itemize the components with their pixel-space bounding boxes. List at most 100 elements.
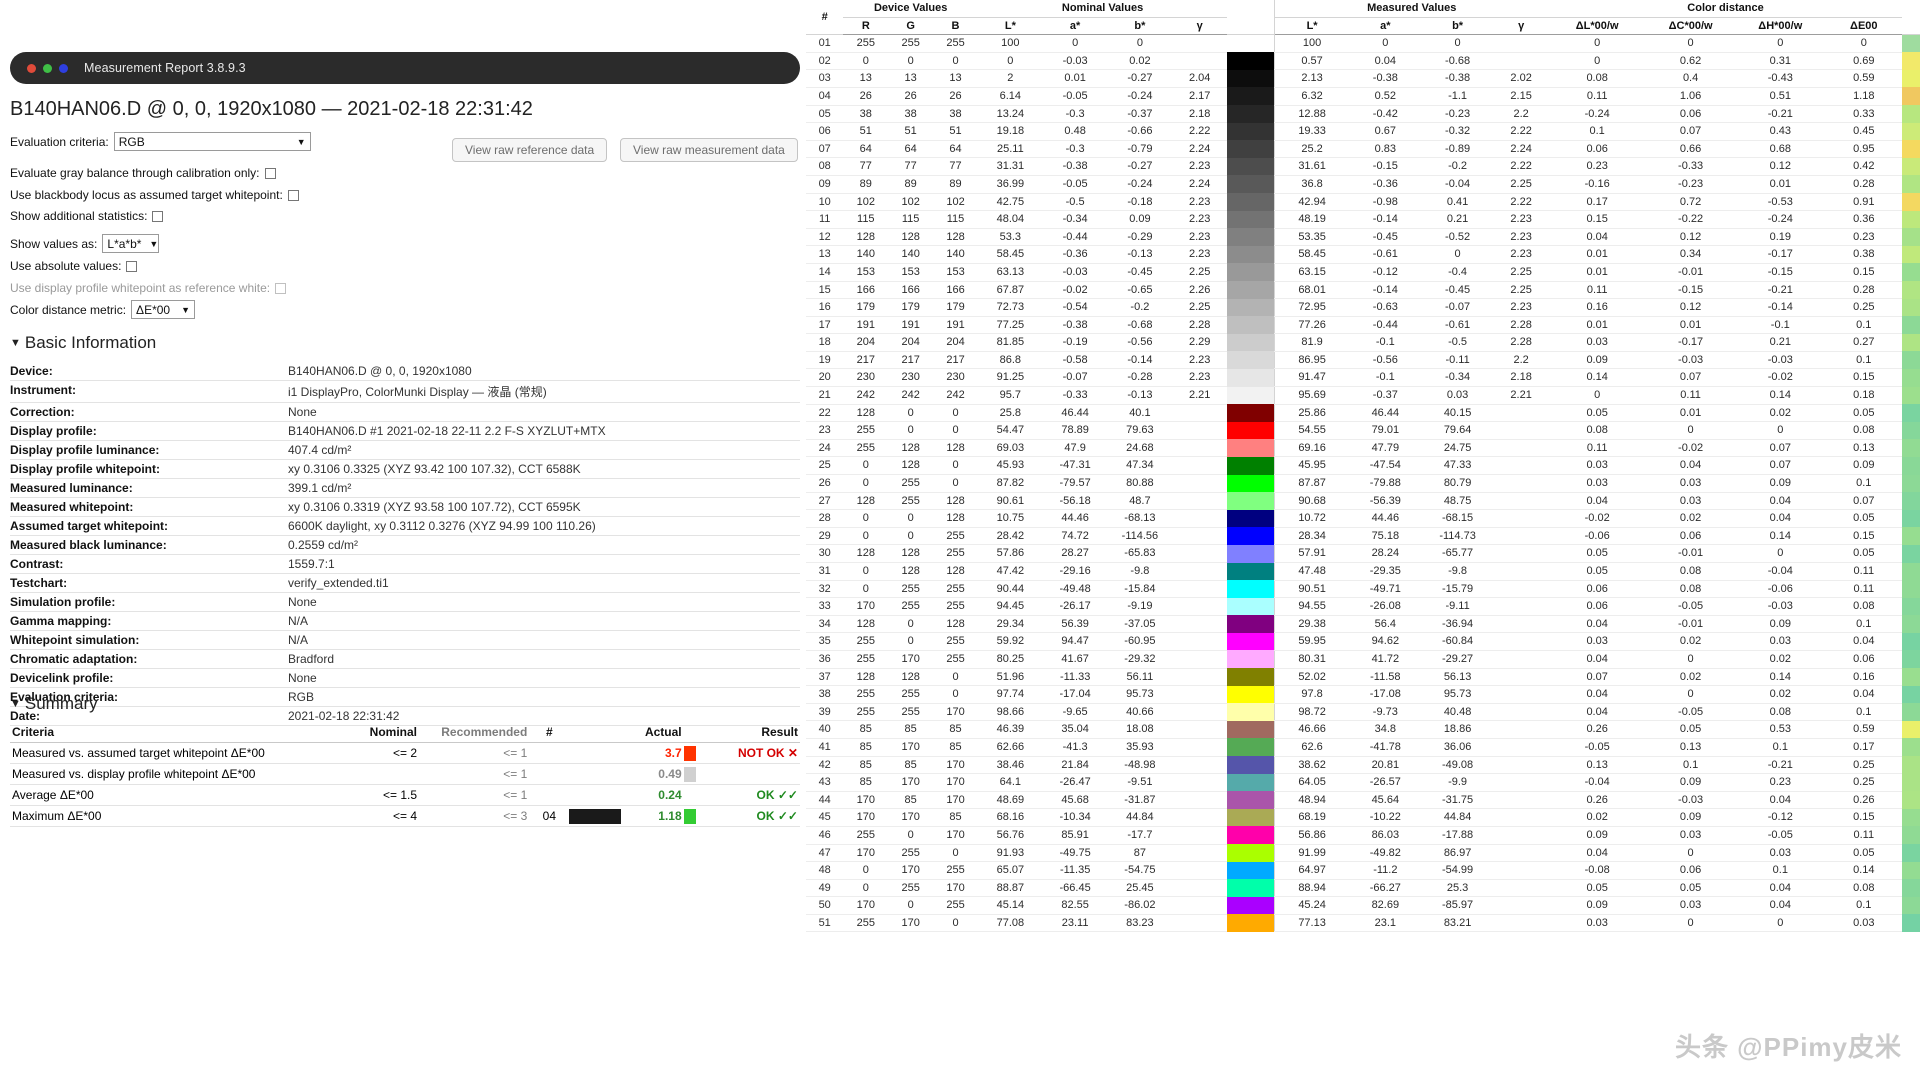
summary-nominal: <= 4 [340, 805, 420, 827]
summary-heading[interactable]: ▼ Summary [10, 694, 98, 714]
cell-device-r: 85 [843, 738, 889, 757]
cell-nominal-b: 44.84 [1107, 808, 1173, 827]
cell-device-b: 0 [933, 52, 978, 71]
cell-measured-L: 12.88 [1273, 105, 1350, 124]
measurement-table: # Device Values Nominal Values Measured … [806, 0, 1920, 933]
cell-measured-b: -0.4 [1421, 263, 1494, 282]
cell-delta-C: -0.03 [1645, 351, 1736, 370]
cell-device-g: 255 [888, 474, 934, 493]
table-row: 07 64 64 64 25.11 -0.3 -0.79 2.24 25.2 0.83 -0.89 2… [806, 140, 1920, 159]
cell-measured-a: 94.62 [1349, 632, 1422, 651]
cell-measured-a: -9.73 [1349, 703, 1422, 722]
summary-recommended: <= 3 [419, 805, 530, 827]
cell-nominal-b: -9.51 [1107, 773, 1173, 792]
cell-device-b: 0 [933, 685, 978, 704]
table-row: 21 242 242 242 95.7 -0.33 -0.13 2.21 95.69 -0.37 0… [806, 386, 1920, 405]
cell-index: 39 [806, 703, 844, 722]
summary-result: NOT OK ✕ [699, 742, 800, 764]
profile-whitepoint-checkbox[interactable] [275, 282, 287, 294]
cell-delta-H: 0.68 [1735, 140, 1826, 159]
cell-delta-E: 0.45 [1825, 122, 1903, 141]
measurement-data-panel: # Device Values Nominal Values Measured … [806, 0, 1920, 1080]
additional-stats-checkbox[interactable] [152, 210, 164, 222]
cell-measured-L: 54.55 [1273, 421, 1350, 440]
group-measured-values: Measured Values [1273, 0, 1549, 18]
cell-nominal-a: -0.3 [1042, 140, 1108, 159]
cell-nominal-gamma [1172, 844, 1228, 863]
cell-nominal-gamma [1172, 791, 1228, 810]
cell-nominal-L: 56.76 [977, 826, 1043, 845]
cell-measured-L: 95.69 [1273, 386, 1350, 405]
cell-delta-E: 0.05 [1825, 404, 1903, 423]
window-controls[interactable] [27, 63, 68, 73]
cell-nominal-b: 24.68 [1107, 439, 1173, 458]
summary-count [529, 742, 570, 764]
cell-nominal-L: 6.14 [977, 87, 1043, 106]
cell-index: 03 [806, 69, 844, 88]
basic-info-key: Assumed target whitepoint: [10, 516, 288, 536]
color-distance-label: Color distance metric: [10, 302, 127, 317]
cell-delta-H: 0.03 [1735, 632, 1826, 651]
basic-info-key: Simulation profile: [10, 592, 288, 612]
cell-nominal-gamma: 2.04 [1172, 69, 1228, 88]
cell-error-indicator [1902, 210, 1920, 229]
cell-measured-a: -49.71 [1349, 580, 1422, 599]
cell-measured-b: -15.79 [1421, 580, 1494, 599]
cell-delta-C: 0 [1645, 34, 1736, 53]
maximize-icon[interactable] [59, 63, 68, 73]
cell-device-g: 77 [888, 157, 934, 176]
show-values-select[interactable]: L*a*b* ▼ [102, 234, 160, 253]
table-row: 48 0 170 255 65.07 -11.35 -54.75 64.97 -11.2 -54.… [806, 861, 1920, 880]
cell-measured-L: 46.66 [1273, 720, 1350, 739]
cell-measured-L: 64.97 [1273, 861, 1350, 880]
cell-delta-C: 0.02 [1645, 509, 1736, 528]
cell-measured-L: 97.8 [1273, 685, 1350, 704]
summary-recommended: <= 1 [419, 742, 530, 764]
gray-balance-row: Evaluate gray balance through calibratio… [10, 166, 276, 180]
cell-delta-H: 0.1 [1735, 738, 1826, 757]
cell-error-indicator [1902, 333, 1920, 352]
cell-delta-E: 0.1 [1825, 703, 1903, 722]
cell-measured-b: -60.84 [1421, 632, 1494, 651]
cell-index: 32 [806, 580, 844, 599]
minimize-icon[interactable] [43, 63, 52, 73]
summary-criteria: Measured vs. assumed target whitepoint Δ… [10, 742, 341, 764]
cell-delta-L: 0.01 [1548, 245, 1646, 264]
cell-delta-C: 0.09 [1645, 773, 1736, 792]
basic-information-heading[interactable]: ▼ Basic Information [10, 333, 156, 353]
cell-delta-L: 0.09 [1548, 896, 1646, 915]
view-raw-reference-button[interactable]: View raw reference data [452, 138, 608, 162]
cell-nominal-a: 35.04 [1042, 720, 1108, 739]
cell-measured-a: -17.08 [1349, 685, 1422, 704]
close-icon[interactable] [27, 63, 36, 73]
cell-error-indicator [1902, 34, 1920, 53]
cell-index: 44 [806, 791, 844, 810]
cell-nominal-L: 77.08 [977, 914, 1043, 933]
view-raw-measurement-button[interactable]: View raw measurement data [620, 138, 798, 162]
cell-nominal-a: -0.5 [1042, 193, 1108, 212]
cell-measured-a: -0.14 [1349, 210, 1422, 229]
gray-balance-checkbox[interactable] [264, 167, 276, 179]
view-raw-reference-label: View raw reference data [465, 143, 595, 157]
absolute-values-checkbox[interactable] [126, 260, 138, 272]
cell-nominal-b: 47.34 [1107, 456, 1173, 476]
cell-nominal-gamma: 2.29 [1172, 333, 1228, 352]
cell-color-swatch [1227, 175, 1275, 194]
cell-device-g: 255 [888, 844, 934, 863]
color-distance-select[interactable]: ΔE*00 ▼ [131, 300, 196, 319]
cell-measured-a: -66.27 [1349, 879, 1422, 898]
cell-delta-L: 0.02 [1548, 808, 1646, 827]
mcol-12: ΔL*00/w [1548, 17, 1646, 36]
cell-error-indicator [1902, 808, 1920, 827]
cell-device-b: 255 [933, 650, 978, 669]
cell-measured-b: -9.9 [1421, 773, 1494, 792]
cell-device-g: 128 [888, 228, 934, 247]
evaluation-criteria-select[interactable]: RGB ▼ [113, 132, 311, 151]
cell-delta-C: 0.12 [1645, 228, 1736, 247]
cell-delta-E: 0.28 [1825, 281, 1903, 300]
cell-nominal-L: 53.3 [977, 228, 1043, 247]
blackbody-checkbox[interactable] [287, 189, 299, 201]
cell-delta-C: 0.02 [1645, 632, 1736, 651]
cell-nominal-L: 90.61 [977, 492, 1043, 511]
cell-measured-b: -68.15 [1421, 509, 1494, 528]
